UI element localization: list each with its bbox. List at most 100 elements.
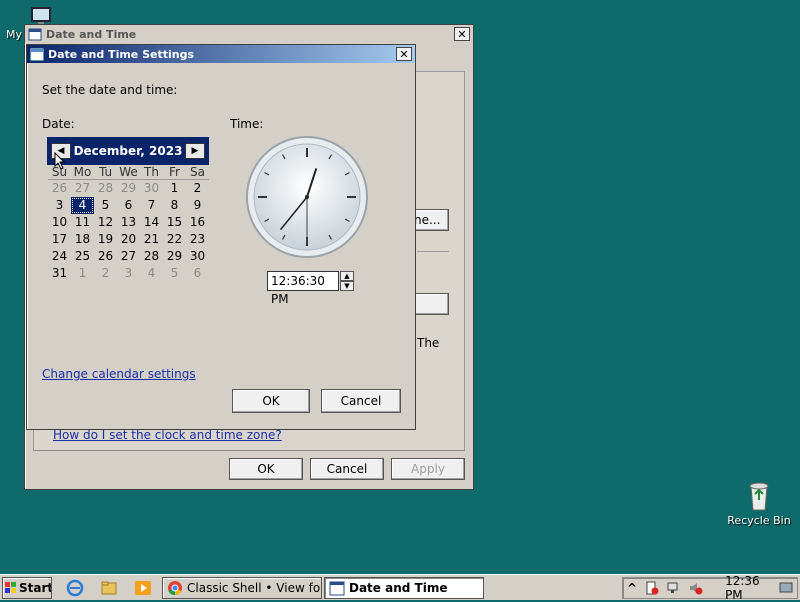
calendar-day[interactable]: 6 [186, 265, 209, 282]
outer-titlebar[interactable]: Date and Time ✕ [25, 25, 473, 43]
calendar-day[interactable]: 19 [94, 231, 117, 248]
show-hidden-icons-button[interactable]: ^ [627, 581, 637, 595]
time-label: Time: [230, 117, 264, 131]
calendar-day[interactable]: 2 [186, 180, 209, 197]
calendar-month-year[interactable]: December, 2023 [74, 144, 183, 158]
taskbar-item-chrome[interactable]: Classic Shell • View foru... [162, 577, 322, 599]
time-input[interactable]: 12:36:30 PM [267, 271, 339, 306]
calendar-day[interactable]: 10 [48, 214, 71, 231]
tray-clock[interactable]: 12:36 PM [725, 574, 771, 602]
calendar-day[interactable]: 25 [71, 248, 94, 265]
recycle-bin-label: Recycle Bin [727, 514, 791, 527]
start-label: Start [19, 581, 52, 595]
calendar-day[interactable]: 24 [48, 248, 71, 265]
close-icon: ✕ [457, 27, 467, 41]
calendar-day[interactable]: 17 [48, 231, 71, 248]
calendar-day[interactable]: 15 [163, 214, 186, 231]
calendar-day-selected[interactable]: 4 [71, 197, 94, 214]
calendar-day[interactable]: 30 [186, 248, 209, 265]
calendar-day[interactable]: 3 [117, 265, 140, 282]
action-center-icon[interactable] [645, 581, 659, 595]
chrome-icon [167, 580, 183, 596]
separator [417, 251, 449, 252]
volume-muted-icon[interactable] [689, 581, 703, 595]
outer-apply-label: Apply [411, 462, 445, 476]
dialog-ok-button[interactable]: OK [232, 389, 310, 413]
calendar-day[interactable]: 29 [117, 180, 140, 197]
dialog-cancel-label: Cancel [340, 394, 382, 408]
weekday-header: We [117, 165, 140, 180]
start-button[interactable]: Start [2, 577, 52, 599]
calendar-day[interactable]: 22 [163, 231, 186, 248]
mouse-cursor-icon [54, 152, 66, 170]
calendar-day[interactable]: 2 [94, 265, 117, 282]
outer-ok-button[interactable]: OK [229, 458, 303, 480]
calendar-day[interactable]: 18 [71, 231, 94, 248]
weekday-header: Th [140, 165, 163, 180]
calendar-day[interactable]: 26 [94, 248, 117, 265]
calendar-day[interactable]: 5 [94, 197, 117, 214]
change-button-label: ne... [414, 213, 441, 227]
calendar-day[interactable]: 3 [48, 197, 71, 214]
calendar-day[interactable]: 11 [71, 214, 94, 231]
weekday-header: Tu [94, 165, 117, 180]
help-link[interactable]: How do I set the clock and time zone? [53, 428, 282, 442]
outer-apply-button[interactable]: Apply [391, 458, 465, 480]
outer-close-button[interactable]: ✕ [454, 27, 470, 41]
calendar-day[interactable]: 28 [140, 248, 163, 265]
calendar-day[interactable]: 14 [140, 214, 163, 231]
calendar-day[interactable]: 20 [117, 231, 140, 248]
calendar-grid: Su Mo Tu We Th Fr Sa 26 27 28 29 30 1 2 3 4 5 6 7 8 9 10 11 12 1… [48, 165, 209, 282]
windows-logo-icon [5, 582, 17, 594]
calendar-day[interactable]: 5 [163, 265, 186, 282]
recycle-bin-desktop-icon[interactable]: Recycle Bin [724, 480, 794, 527]
dialog-titlebar[interactable]: Date and Time Settings ✕ [27, 45, 415, 63]
outer-cancel-button[interactable]: Cancel [310, 458, 384, 480]
outer-cancel-label: Cancel [326, 462, 368, 476]
calendar-day[interactable]: 13 [117, 214, 140, 231]
calendar-day[interactable]: 6 [117, 197, 140, 214]
calendar-day[interactable]: 28 [94, 180, 117, 197]
calendar-day[interactable]: 7 [140, 197, 163, 214]
calendar-day[interactable]: 4 [140, 265, 163, 282]
taskbar: Start Classic Shell • View foru... Date … [0, 574, 800, 602]
outer-ok-label: OK [257, 462, 275, 476]
weekday-header: Sa [186, 165, 209, 180]
calendar-clock-icon [28, 27, 42, 41]
internet-explorer-icon[interactable] [66, 579, 84, 597]
taskbar-item-date-and-time[interactable]: Date and Time [324, 577, 484, 599]
media-player-icon[interactable] [134, 579, 152, 597]
calendar-day[interactable]: 21 [140, 231, 163, 248]
calendar-day[interactable]: 31 [48, 265, 71, 282]
calendar-day[interactable]: 1 [71, 265, 94, 282]
calendar-day[interactable]: 8 [163, 197, 186, 214]
calendar-day[interactable]: 30 [140, 180, 163, 197]
bottom-separator [33, 450, 465, 451]
calendar-day[interactable]: 26 [48, 180, 71, 197]
file-explorer-icon[interactable] [100, 579, 118, 597]
weekday-header: Fr [163, 165, 186, 180]
date-time-settings-dialog: Date and Time Settings ✕ Set the date an… [26, 44, 416, 430]
dialog-close-button[interactable]: ✕ [396, 47, 412, 61]
calendar-day[interactable]: 29 [163, 248, 186, 265]
dialog-title: Date and Time Settings [48, 47, 195, 61]
calendar-day[interactable]: 23 [186, 231, 209, 248]
dialog-cancel-button[interactable]: Cancel [321, 389, 401, 413]
weekday-header: Mo [71, 165, 94, 180]
next-month-button[interactable]: ▶ [185, 143, 205, 159]
arrow-right-icon: ▶ [191, 146, 199, 156]
analog-clock [246, 136, 368, 258]
time-spin-down[interactable]: ▼ [340, 281, 354, 291]
calendar-day[interactable]: 9 [186, 197, 209, 214]
calendar-header: ◀ December, 2023 ▶ [47, 137, 209, 165]
calendar-day[interactable]: 27 [71, 180, 94, 197]
calendar-day[interactable]: 1 [163, 180, 186, 197]
network-icon[interactable] [667, 581, 681, 595]
partial-info-text: The [417, 336, 440, 350]
calendar-day[interactable]: 16 [186, 214, 209, 231]
show-desktop-icon[interactable] [779, 581, 793, 595]
calendar-day[interactable]: 27 [117, 248, 140, 265]
change-calendar-settings-link[interactable]: Change calendar settings [42, 367, 196, 381]
time-spin-up[interactable]: ▲ [340, 271, 354, 281]
calendar-day[interactable]: 12 [94, 214, 117, 231]
